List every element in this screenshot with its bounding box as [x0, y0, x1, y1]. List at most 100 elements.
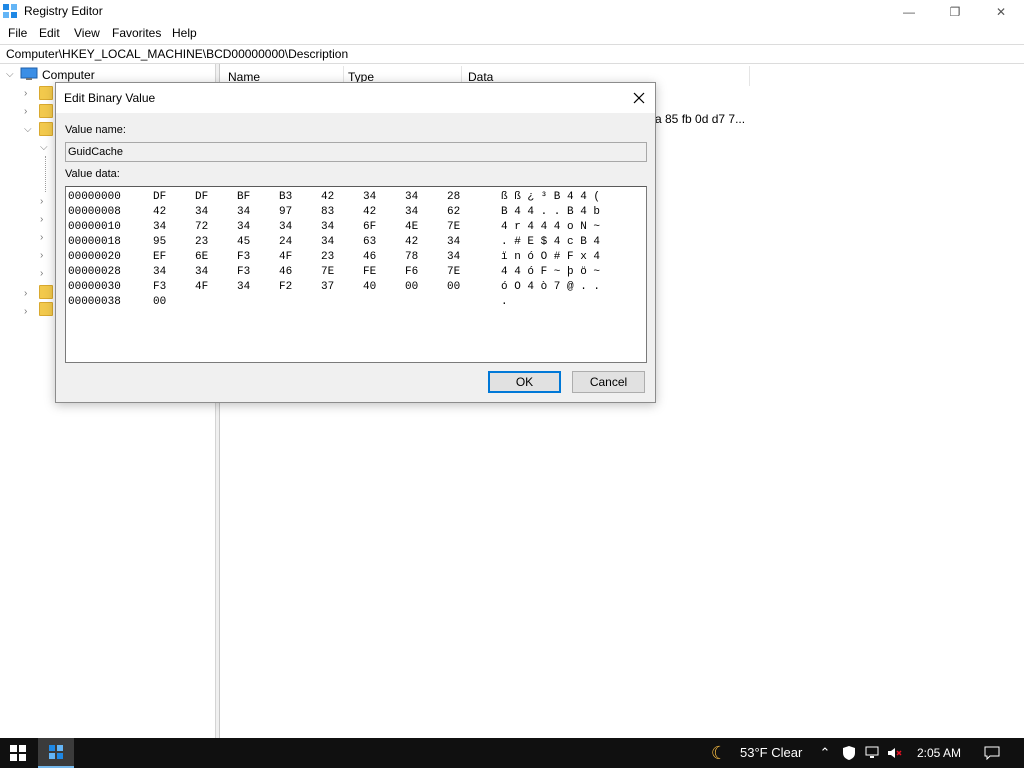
moon-weather-icon[interactable]: ☾ [710, 743, 728, 763]
menu-favorites[interactable]: Favorites [112, 26, 161, 40]
hex-byte[interactable]: FE [363, 266, 376, 278]
hex-ascii[interactable]: 4 4 ó F ~ þ ö ~ [501, 266, 600, 278]
notifications-icon[interactable] [983, 744, 1001, 762]
hex-byte[interactable]: 34 [153, 266, 166, 278]
menu-edit[interactable]: Edit [39, 26, 60, 40]
hex-byte[interactable]: 42 [363, 206, 376, 218]
close-button[interactable]: ✕ [978, 0, 1024, 24]
hex-byte[interactable]: EF [153, 251, 166, 263]
menu-view[interactable]: View [74, 26, 100, 40]
hex-byte[interactable]: 34 [405, 206, 418, 218]
value-data-cell[interactable]: a 85 fb 0d d7 7... [655, 112, 745, 126]
hex-byte[interactable]: F3 [237, 266, 250, 278]
hex-byte[interactable]: DF [195, 191, 208, 203]
hex-editor[interactable]: 00000000 DF DF BF B3 42 34 34 28 ß ß ¿ ³ B 4 4 (0… [65, 186, 647, 363]
chevron-down-icon[interactable]: ⌵ [24, 125, 34, 135]
hex-byte[interactable]: 7E [321, 266, 334, 278]
menu-help[interactable]: Help [172, 26, 197, 40]
hex-ascii[interactable]: ß ß ¿ ³ B 4 4 ( [501, 191, 600, 203]
hex-byte[interactable]: 00 [153, 296, 166, 308]
weather-text[interactable]: 53°F Clear [740, 745, 802, 760]
hex-byte[interactable]: 34 [195, 266, 208, 278]
hex-byte[interactable]: 6F [363, 221, 376, 233]
hex-byte[interactable]: 6E [195, 251, 208, 263]
network-icon[interactable] [864, 744, 882, 762]
hex-ascii[interactable]: 4 r 4 4 4 o N ~ [501, 221, 600, 233]
hex-byte[interactable]: 7E [447, 221, 460, 233]
hex-byte[interactable]: 34 [279, 221, 292, 233]
hex-ascii[interactable]: B 4 4 . . B 4 b [501, 206, 600, 218]
hex-byte[interactable]: 62 [447, 206, 460, 218]
hex-byte[interactable]: 34 [153, 221, 166, 233]
chevron-right-icon[interactable]: › [24, 307, 34, 317]
hex-byte[interactable]: 42 [405, 236, 418, 248]
hex-byte[interactable]: 34 [237, 221, 250, 233]
shield-icon[interactable] [840, 744, 858, 762]
menu-file[interactable]: File [8, 26, 27, 40]
chevron-down-icon[interactable]: ⌵ [6, 70, 16, 80]
hex-byte[interactable]: 34 [447, 251, 460, 263]
hex-byte[interactable]: BF [237, 191, 250, 203]
hex-byte[interactable]: 34 [237, 206, 250, 218]
hex-byte[interactable]: 4F [195, 281, 208, 293]
hex-byte[interactable]: 34 [195, 206, 208, 218]
hex-byte[interactable]: 4F [279, 251, 292, 263]
chevron-right-icon[interactable]: › [40, 269, 50, 279]
hex-byte[interactable]: 7E [447, 266, 460, 278]
dialog-close-button[interactable] [628, 87, 650, 109]
hex-byte[interactable]: 45 [237, 236, 250, 248]
tree-root-computer[interactable]: Computer [42, 68, 95, 82]
hex-byte[interactable]: B3 [279, 191, 292, 203]
hex-byte[interactable]: F6 [405, 266, 418, 278]
chevron-right-icon[interactable]: › [24, 107, 34, 117]
hex-ascii[interactable]: ó O 4 ò 7 @ . . [501, 281, 600, 293]
maximize-button[interactable]: ❐ [932, 0, 978, 24]
hex-ascii[interactable]: ï n ó O # F x 4 [501, 251, 600, 263]
hex-byte[interactable]: 24 [279, 236, 292, 248]
hex-byte[interactable]: F3 [153, 281, 166, 293]
hex-byte[interactable]: 34 [237, 281, 250, 293]
hex-byte[interactable]: 46 [279, 266, 292, 278]
address-bar[interactable]: Computer\HKEY_LOCAL_MACHINE\BCD00000000\… [0, 44, 1024, 64]
hex-byte[interactable]: 34 [447, 236, 460, 248]
chevron-down-icon[interactable]: ⌵ [40, 143, 50, 153]
hex-byte[interactable]: 34 [321, 221, 334, 233]
hex-byte[interactable]: 46 [363, 251, 376, 263]
hex-byte[interactable]: 34 [321, 236, 334, 248]
hex-byte[interactable]: 95 [153, 236, 166, 248]
hex-byte[interactable]: 37 [321, 281, 334, 293]
hex-byte[interactable]: 42 [321, 191, 334, 203]
hex-byte[interactable]: 34 [405, 191, 418, 203]
hex-byte[interactable]: 97 [279, 206, 292, 218]
hex-byte[interactable]: 34 [363, 191, 376, 203]
hex-byte[interactable]: 72 [195, 221, 208, 233]
chevron-right-icon[interactable]: › [40, 251, 50, 261]
chevron-right-icon[interactable]: › [40, 197, 50, 207]
start-button[interactable] [0, 738, 36, 768]
hex-byte[interactable]: 63 [363, 236, 376, 248]
hex-byte[interactable]: 28 [447, 191, 460, 203]
hex-byte[interactable]: F2 [279, 281, 292, 293]
hex-byte[interactable]: 23 [321, 251, 334, 263]
ok-button[interactable]: OK [488, 371, 561, 393]
chevron-up-icon[interactable]: ⌃ [816, 744, 834, 762]
hex-byte[interactable]: 00 [447, 281, 460, 293]
chevron-right-icon[interactable]: › [40, 233, 50, 243]
column-separator[interactable] [749, 66, 750, 86]
hex-byte[interactable]: 40 [363, 281, 376, 293]
hex-byte[interactable]: 83 [321, 206, 334, 218]
hex-byte[interactable]: 78 [405, 251, 418, 263]
taskbar-registry-editor[interactable] [38, 738, 74, 768]
hex-byte[interactable]: 4E [405, 221, 418, 233]
chevron-right-icon[interactable]: › [40, 215, 50, 225]
hex-byte[interactable]: 42 [153, 206, 166, 218]
hex-byte[interactable]: 23 [195, 236, 208, 248]
hex-ascii[interactable]: . # E $ 4 c B 4 [501, 236, 600, 248]
chevron-right-icon[interactable]: › [24, 289, 34, 299]
hex-ascii[interactable]: . [501, 296, 508, 308]
clock-time[interactable]: 2:05 AM [917, 746, 961, 760]
hex-byte[interactable]: 00 [405, 281, 418, 293]
hex-byte[interactable]: F3 [237, 251, 250, 263]
volume-muted-icon[interactable] [886, 744, 904, 762]
minimize-button[interactable]: — [886, 0, 932, 24]
